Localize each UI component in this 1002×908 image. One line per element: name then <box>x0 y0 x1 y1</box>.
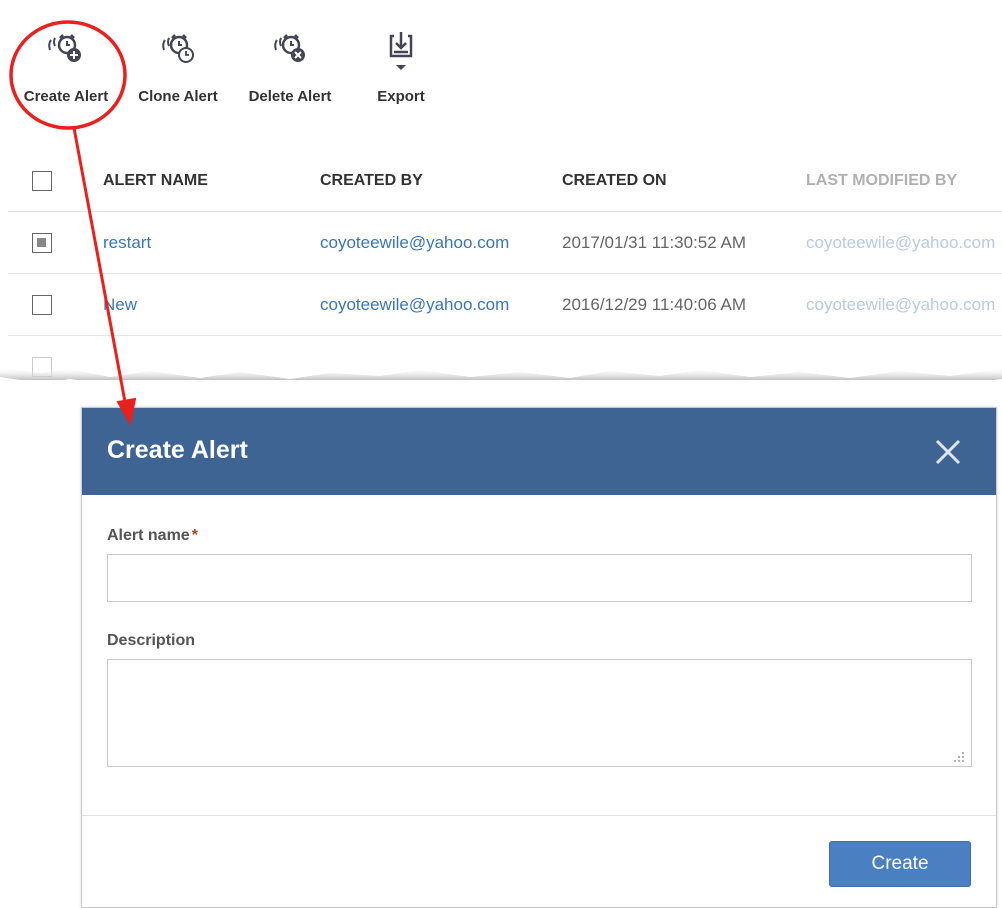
alert-name-label: Alert name * <box>107 527 198 545</box>
table-header-row: ALERT NAME CREATED BY CREATED ON LAST MO… <box>8 150 1002 212</box>
close-icon[interactable] <box>934 438 962 466</box>
required-asterisk: * <box>191 527 198 544</box>
dialog-title: Create Alert <box>107 436 248 464</box>
create-button[interactable]: Create <box>829 841 971 887</box>
clone-alert-button[interactable]: Clone Alert <box>132 26 224 105</box>
export-button[interactable]: Export <box>372 26 430 105</box>
delete-alert-icon <box>274 34 305 62</box>
delete-alert-button[interactable]: Delete Alert <box>242 26 338 105</box>
description-textarea[interactable] <box>107 659 972 767</box>
row-checkbox-cell <box>32 212 54 274</box>
clone-alert-icon <box>162 34 194 63</box>
row-checkbox[interactable] <box>32 233 52 253</box>
column-header-created-by[interactable]: CREATED BY <box>320 150 550 212</box>
create-alert-label: Create Alert <box>23 88 109 105</box>
create-alert-dialog: Create Alert Alert name * Description Cre… <box>81 407 997 908</box>
select-all-checkbox[interactable] <box>32 171 52 191</box>
delete-alert-label: Delete Alert <box>248 88 332 105</box>
alert-name-input[interactable] <box>107 554 972 602</box>
column-header-alert-name[interactable]: ALERT NAME <box>103 150 303 212</box>
alert-name-link[interactable]: restart <box>103 212 303 274</box>
resize-grip-icon[interactable] <box>953 751 965 763</box>
column-header-created-on[interactable]: CREATED ON <box>562 150 792 212</box>
table-row[interactable]: New coyoteewile@yahoo.com 2016/12/29 11:… <box>8 274 1002 336</box>
dialog-footer-divider <box>82 815 996 816</box>
alert-name-link[interactable]: New <box>103 274 303 336</box>
row-checkbox[interactable] <box>32 295 52 315</box>
created-on-value: 2017/01/31 11:30:52 AM <box>562 233 747 252</box>
export-label: Export <box>377 88 425 105</box>
description-label: Description <box>107 632 196 649</box>
torn-edge-divider <box>0 367 1002 380</box>
clone-alert-label: Clone Alert <box>138 88 218 105</box>
created-on-value: 2016/12/29 11:40:06 AM <box>562 295 747 314</box>
select-all-cell <box>32 150 54 212</box>
dialog-header: Create Alert <box>82 408 996 495</box>
create-alert-icon <box>48 34 81 62</box>
export-icon <box>389 32 413 70</box>
alerts-list-section: Create Alert Clone Alert Delete Alert Ex… <box>0 0 1002 380</box>
column-header-last-modified-by[interactable]: LAST MODIFIED BY <box>806 150 1002 212</box>
last-modified-by-link[interactable]: coyoteewile@yahoo.com <box>806 212 1002 274</box>
last-modified-by-link[interactable]: coyoteewile@yahoo.com <box>806 274 1002 336</box>
table-row[interactable]: restart coyoteewile@yahoo.com 2017/01/31… <box>8 212 1002 274</box>
create-alert-button[interactable]: Create Alert <box>18 26 114 105</box>
created-by-link[interactable]: coyoteewile@yahoo.com <box>320 212 550 274</box>
toolbar: Create Alert Clone Alert Delete Alert Ex… <box>0 0 460 130</box>
alert-name-label-text: Alert name <box>107 527 190 544</box>
created-by-link[interactable]: coyoteewile@yahoo.com <box>320 274 550 336</box>
row-checkbox-cell <box>32 274 54 336</box>
